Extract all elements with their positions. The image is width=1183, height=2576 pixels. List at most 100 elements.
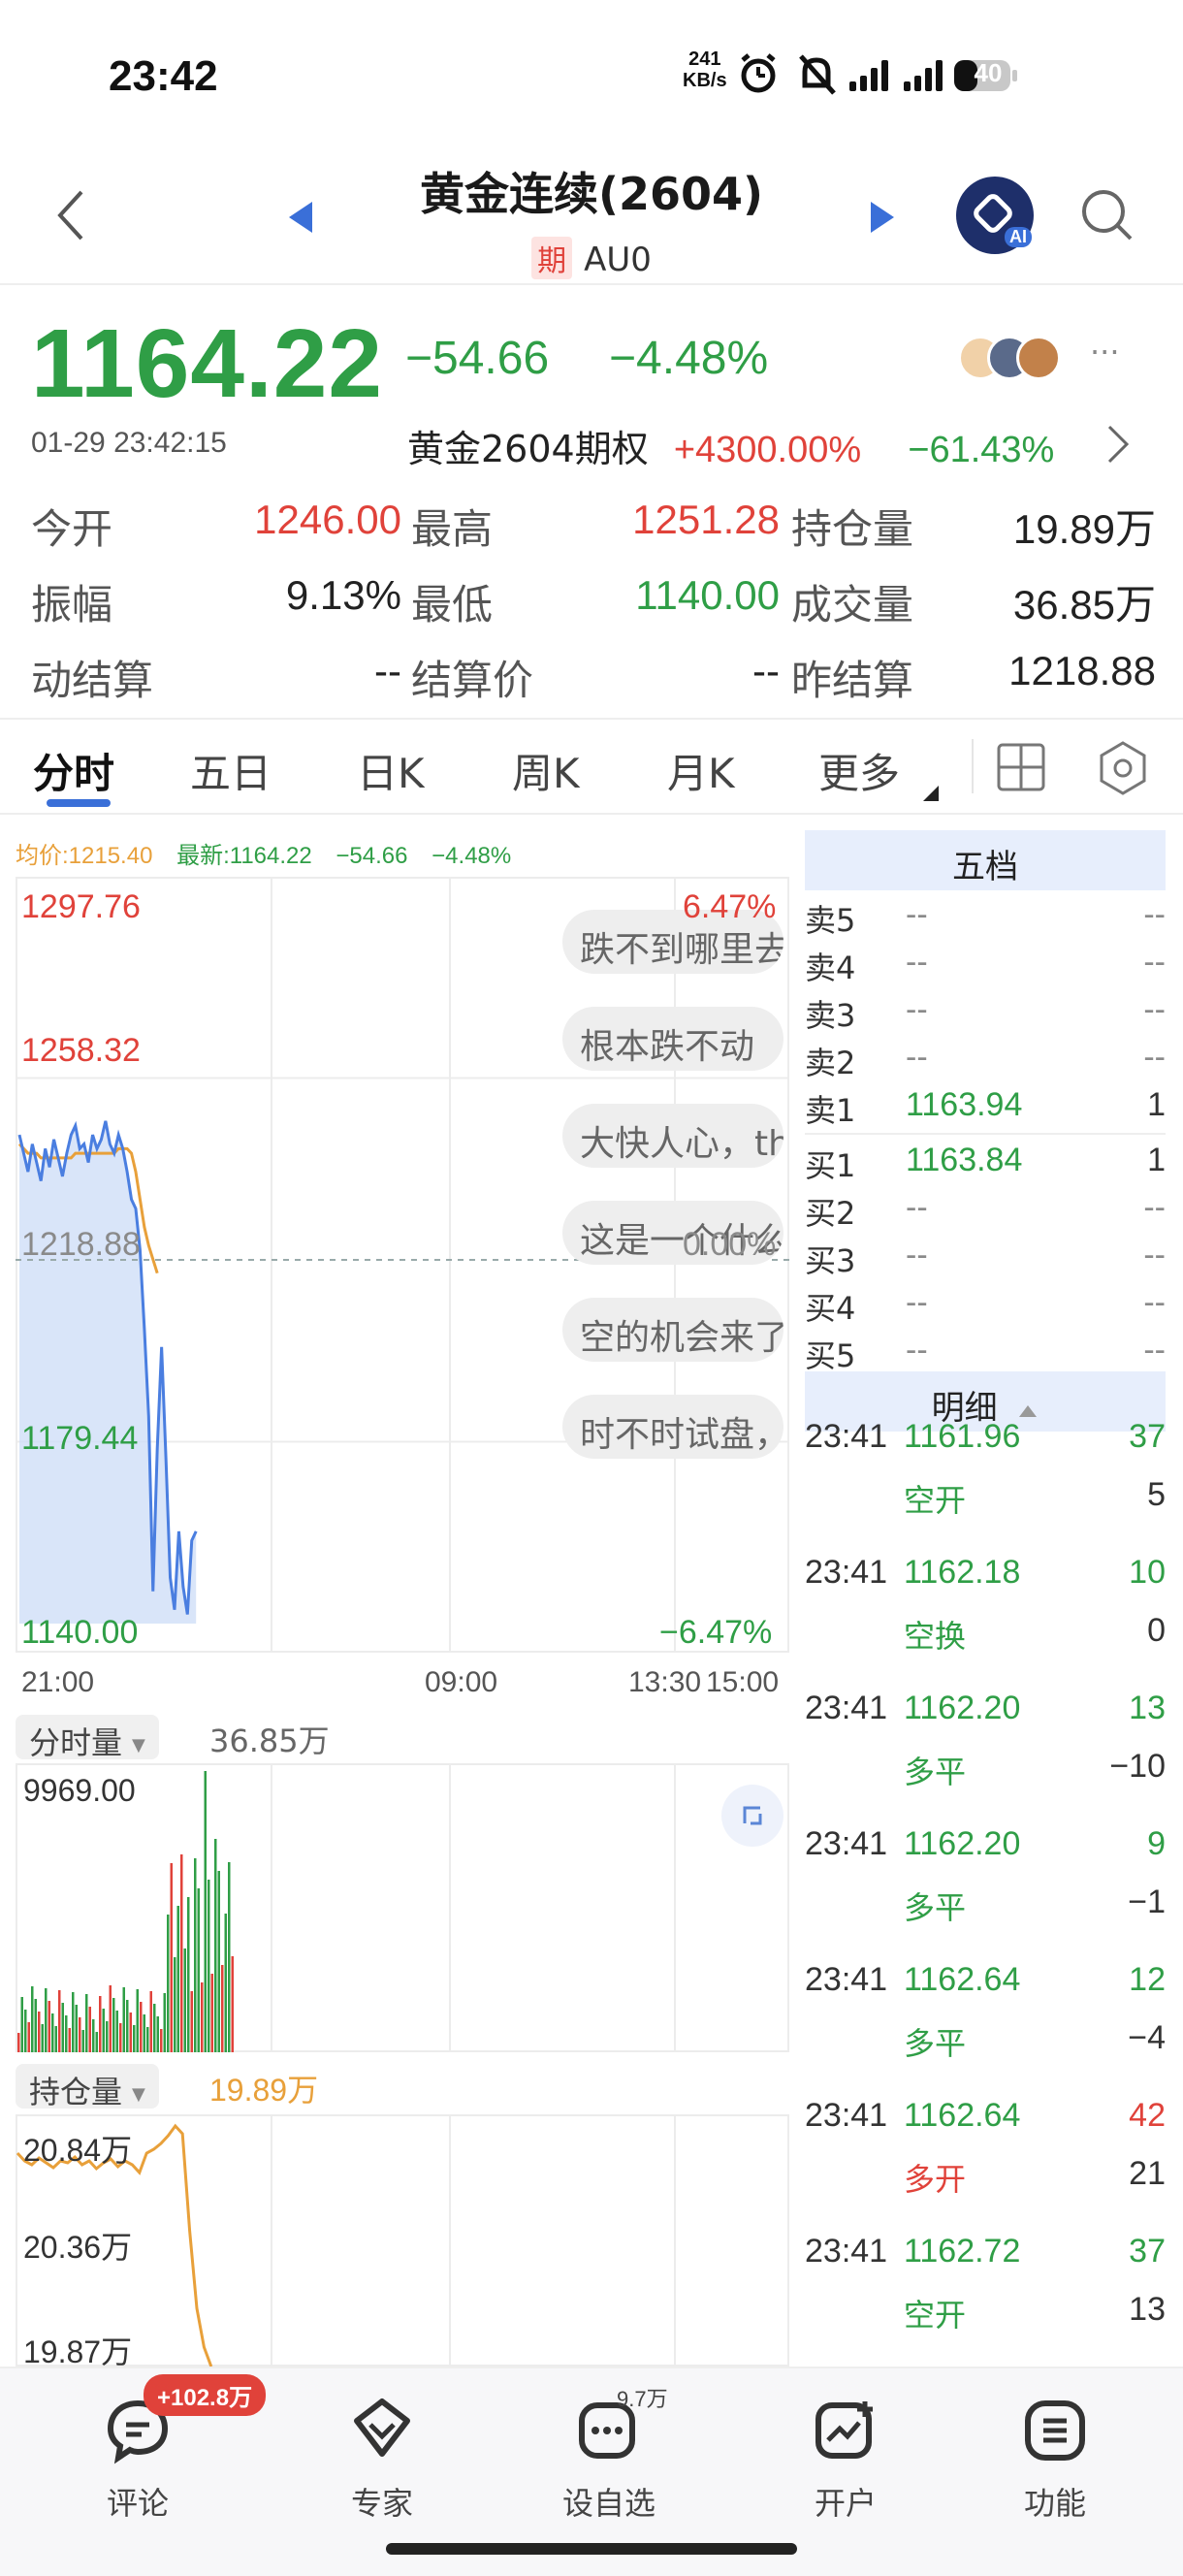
volume-bar — [20, 1997, 23, 2052]
price-chart[interactable] — [16, 877, 789, 1653]
volume-bar — [99, 1996, 102, 2052]
trade-row: 23:41 1162.18 10 — [805, 1550, 1166, 1608]
volume-bar — [129, 2012, 132, 2052]
search-icon[interactable] — [1076, 184, 1138, 246]
next-contract-icon[interactable] — [869, 200, 896, 235]
price-change-pct: −4.48% — [609, 333, 769, 384]
avatar-group[interactable] — [958, 336, 1074, 382]
orderbook-header[interactable]: 五档 — [805, 830, 1166, 890]
x-label-start: 21:00 — [21, 1666, 95, 1698]
trade-detail-row: 空换 0 — [805, 1608, 1166, 1666]
comment-bubble[interactable]: 根本跌不动 — [562, 1007, 783, 1071]
volume-bar — [75, 2005, 78, 2052]
comment-bubble[interactable]: 时不时试盘， — [562, 1395, 783, 1459]
avatar — [1016, 336, 1061, 380]
bid-row[interactable]: 买2 -- -- — [805, 1185, 1166, 1234]
volume-bar — [174, 1957, 176, 2052]
stats-row: 动结算 -- 结算价 -- 昨结算 1218.88 — [31, 648, 1156, 724]
tab-intraday[interactable]: 分时 — [33, 741, 114, 800]
open-account-icon — [815, 2401, 873, 2459]
ai-assistant-button[interactable]: AI — [956, 177, 1034, 254]
menu-icon — [1025, 2400, 1085, 2461]
tab-more[interactable]: 更多 — [818, 741, 900, 800]
alarm-icon — [741, 53, 776, 93]
volume-selector[interactable]: 分时量 ▼ — [16, 1715, 159, 1761]
nav-expert[interactable]: 专家 — [304, 2392, 460, 2524]
ask-row[interactable]: 卖5 -- -- — [805, 892, 1166, 941]
orderbook-level: 买2 — [805, 1195, 856, 1232]
x-label-morning: 09:00 — [425, 1666, 498, 1698]
tab-five-day[interactable]: 五日 — [190, 741, 272, 800]
volume-bar — [149, 1991, 152, 2052]
trade-row: 23:41 1162.64 42 — [805, 2093, 1166, 2151]
volume-bar — [214, 1839, 217, 2052]
orderbook-volume: 1 — [1147, 1086, 1166, 1123]
oi-selector[interactable]: 持仓量 ▼ — [16, 2064, 159, 2110]
nav-functions[interactable]: 功能 — [977, 2392, 1133, 2524]
tab-monthly-k[interactable]: 月K — [667, 741, 735, 800]
orderbook-divider — [805, 1133, 1166, 1135]
stat-label-open: 今开 — [31, 505, 113, 553]
trade-volume: 13 — [1129, 1690, 1166, 1726]
expand-button[interactable] — [721, 1785, 783, 1847]
comment-count-badge: +102.8万 — [144, 2374, 267, 2416]
oi-label-top: 20.84万 — [23, 2133, 133, 2168]
more-dots-icon[interactable]: ··· — [1090, 334, 1120, 370]
trade-oi-change: 0 — [1147, 1612, 1166, 1649]
expand-icon — [743, 1806, 762, 1825]
ask-row[interactable]: 卖4 -- -- — [805, 940, 1166, 988]
orderbook-price: -- — [906, 1189, 928, 1226]
volume-bar — [92, 2019, 95, 2052]
orderbook-price: -- — [906, 1332, 928, 1368]
ask-row[interactable]: 卖3 -- -- — [805, 987, 1166, 1036]
tab-divider — [972, 739, 974, 793]
volume-bar — [183, 1948, 186, 2052]
orderbook-price: -- — [906, 1237, 928, 1273]
orderbook-level: 卖2 — [805, 1045, 856, 1081]
stat-label-amplitude: 振幅 — [31, 581, 113, 628]
chart-tabs: 分时 五日 日K 周K 月K 更多 — [0, 718, 1183, 815]
option-link[interactable]: 黄金2604期权 +4300.00% −61.43% — [407, 419, 1054, 472]
volume-bar — [140, 2002, 143, 2052]
trade-time: 23:41 — [805, 2097, 888, 2134]
tab-weekly-k[interactable]: 周K — [512, 741, 580, 800]
volume-bar — [34, 1999, 37, 2052]
stat-label-high: 最高 — [411, 505, 494, 553]
volume-total: 36.85万 — [209, 1723, 330, 1759]
orderbook-price: -- — [906, 944, 928, 981]
ask-row[interactable]: 卖1 1163.94 1 — [805, 1082, 1166, 1131]
nav-open-account[interactable]: 开户 — [768, 2392, 923, 2524]
comment-bubble[interactable]: 空的机会来了 — [562, 1298, 783, 1362]
stat-value-high: 1251.28 — [632, 497, 780, 542]
volume-bar — [27, 2022, 30, 2052]
settings-hexagon-icon[interactable] — [1094, 739, 1152, 797]
trade-price: 1162.64 — [904, 1961, 1021, 1998]
trade-oi-change: −1 — [1128, 1884, 1166, 1920]
tab-daily-k[interactable]: 日K — [357, 741, 425, 800]
trade-volume: 12 — [1129, 1961, 1166, 1998]
layout-grid-icon[interactable] — [995, 741, 1049, 795]
stats-row: 今开 1246.00 最高 1251.28 持仓量 19.89万 — [31, 497, 1156, 572]
stat-value-oi: 19.89万 — [1012, 506, 1156, 552]
pct-label-bottom: −6.47% — [659, 1614, 773, 1651]
home-indicator[interactable] — [386, 2543, 797, 2555]
volume-selector-label: 分时量 — [29, 1724, 123, 1761]
stats-grid: 今开 1246.00 最高 1251.28 持仓量 19.89万 振幅 9.13… — [31, 497, 1156, 724]
volume-bar — [221, 1965, 224, 2052]
comment-bubble[interactable]: 大快人心，thanks — [562, 1104, 783, 1168]
trade-type: 多平 — [904, 2025, 967, 2062]
orderbook-volume: -- — [1143, 896, 1166, 933]
trade-price: 1162.20 — [904, 1690, 1021, 1726]
ask-row[interactable]: 卖2 -- -- — [805, 1035, 1166, 1083]
chevron-right-icon[interactable] — [1103, 423, 1133, 466]
volume-bar — [208, 1880, 210, 2052]
trade-row: 23:41 1162.64 12 — [805, 1957, 1166, 2015]
bid-row[interactable]: 买4 -- -- — [805, 1280, 1166, 1329]
bid-row[interactable]: 买3 -- -- — [805, 1233, 1166, 1281]
trade-oi-change: −4 — [1128, 2019, 1166, 2056]
bid-row[interactable]: 买1 1163.84 1 — [805, 1138, 1166, 1186]
bid-row[interactable]: 买5 -- -- — [805, 1328, 1166, 1376]
trade-detail-row: 空开 13 — [805, 2287, 1166, 2345]
orderbook-volume: 1 — [1147, 1142, 1166, 1178]
trade-type: 空换 — [904, 1618, 967, 1655]
